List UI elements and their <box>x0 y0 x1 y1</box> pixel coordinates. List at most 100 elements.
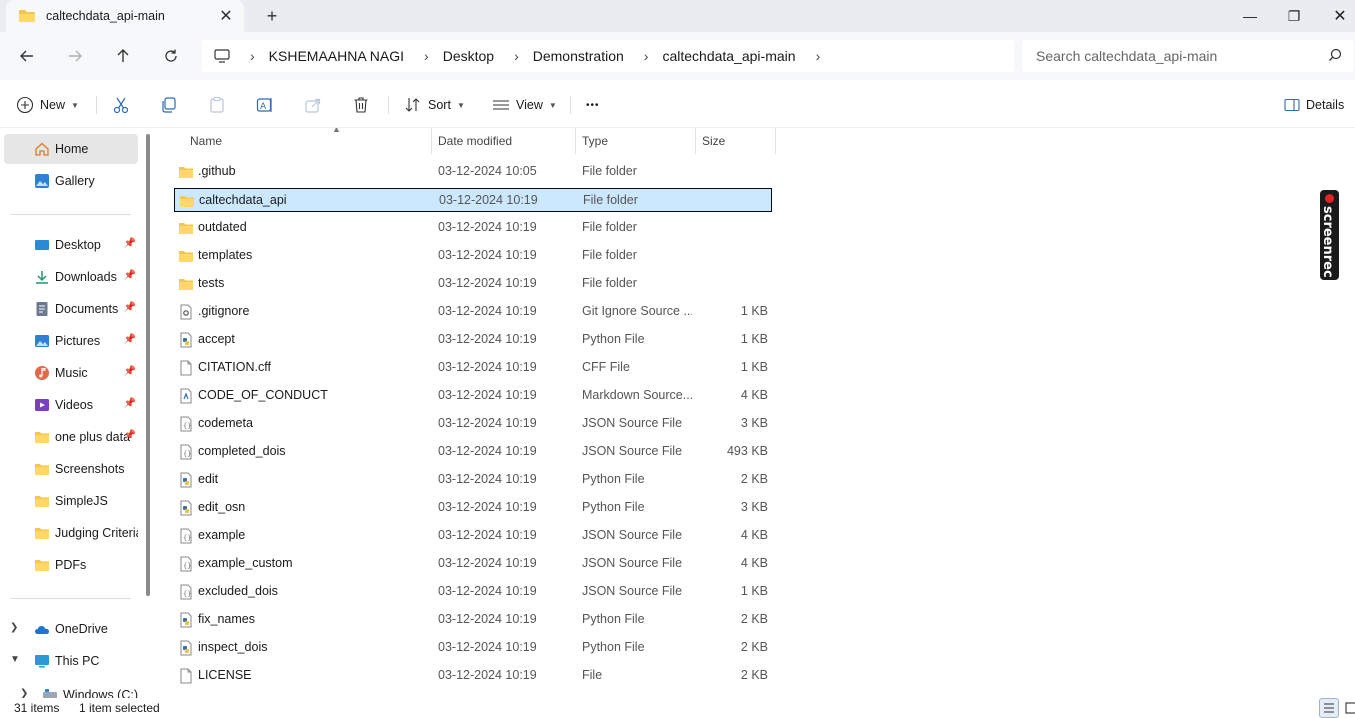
column-header-type[interactable]: Type <box>576 128 696 154</box>
plus-circle-icon <box>16 96 34 114</box>
sidebar-scrollbar[interactable] <box>146 134 150 596</box>
breadcrumb-demonstration[interactable]: Demonstration <box>533 48 624 64</box>
sidebar-item-gallery[interactable]: Gallery <box>4 166 138 196</box>
svg-text:{}: {} <box>183 534 191 542</box>
view-button[interactable]: View ▼ <box>492 90 557 120</box>
tab-caltechdata-api-main[interactable]: caltechdata_api-main ✕ <box>6 0 244 32</box>
file-row[interactable]: {} excluded_dois 03-12-2024 10:19 JSON Sour… <box>174 580 772 604</box>
sidebar-item-pictures[interactable]: Pictures 📌 <box>4 326 138 356</box>
sidebar-item-home[interactable]: Home <box>4 134 138 164</box>
file-row[interactable]: caltechdata_api 03-12-2024 10:19 File fold… <box>174 188 772 212</box>
file-row[interactable]: {} example_custom 03-12-2024 10:19 JSON Sou… <box>174 552 772 576</box>
file-row[interactable]: {} example 03-12-2024 10:19 JSON Source Fil… <box>174 524 772 548</box>
sidebar-item-windows-c[interactable]: Windows (C:) <box>4 680 138 698</box>
column-header-date[interactable]: Date modified <box>432 128 576 154</box>
up-button[interactable] <box>108 42 138 70</box>
refresh-button[interactable] <box>156 42 186 70</box>
file-row[interactable]: outdated 03-12-2024 10:19 File folder <box>174 216 772 240</box>
sidebar-item-one-plus-data[interactable]: one plus data 📌 <box>4 422 138 452</box>
sidebar-item-documents[interactable]: Documents 📌 <box>4 294 138 324</box>
sort-ascending-icon: ▲ <box>332 128 341 134</box>
sidebar-item-screenshots[interactable]: Screenshots <box>4 454 138 484</box>
pin-icon[interactable]: 📌 <box>124 302 136 313</box>
sidebar-item-this-pc[interactable]: This PC <box>4 646 138 676</box>
breadcrumb-separator[interactable]: › <box>816 48 821 64</box>
file-date: 03-12-2024 10:19 <box>438 248 537 262</box>
sidebar-item-judging-criteria[interactable]: Judging Criteria <box>4 518 138 548</box>
file-row[interactable]: LICENSE 03-12-2024 10:19 File 2 KB <box>174 664 772 688</box>
column-header-size[interactable]: Size <box>696 128 776 154</box>
file-row[interactable]: .github 03-12-2024 10:05 File folder <box>174 160 772 184</box>
breadcrumb-current[interactable]: caltechdata_api-main <box>662 48 795 64</box>
details-button[interactable]: Details <box>1284 90 1344 120</box>
sidebar-item-pdfs[interactable]: PDFs <box>4 550 138 580</box>
sidebar-label: Gallery <box>55 174 95 188</box>
pin-icon[interactable]: 📌 <box>124 238 136 249</box>
rename-button[interactable]: A <box>256 90 274 120</box>
breadcrumb-separator[interactable]: › <box>644 48 649 64</box>
details-view-toggle[interactable] <box>1319 698 1339 718</box>
record-dot-icon <box>1325 194 1334 203</box>
file-row[interactable]: edit 03-12-2024 10:19 Python File 2 KB <box>174 468 772 492</box>
breadcrumb[interactable]: › KSHEMAAHNA NAGI › Desktop › Demonstrat… <box>202 40 1014 72</box>
file-name: LICENSE <box>198 668 252 682</box>
forward-button[interactable] <box>60 42 90 70</box>
sidebar-item-onedrive[interactable]: OneDrive <box>4 614 138 644</box>
file-row[interactable]: CITATION.cff 03-12-2024 10:19 CFF File 1 KB <box>174 356 772 380</box>
file-row[interactable]: {} completed_dois 03-12-2024 10:19 JSON Sou… <box>174 440 772 464</box>
column-date-label: Date modified <box>438 134 513 148</box>
svg-text:A: A <box>260 102 267 112</box>
file-row[interactable]: tests 03-12-2024 10:19 File folder <box>174 272 772 296</box>
minimize-button[interactable]: — <box>1227 0 1273 32</box>
pin-icon[interactable]: 📌 <box>124 334 136 345</box>
file-type: JSON Source File <box>582 416 683 430</box>
back-button[interactable] <box>12 42 42 70</box>
file-type: CFF File <box>582 360 630 374</box>
breadcrumb-user[interactable]: KSHEMAAHNA NAGI <box>269 48 404 64</box>
pin-icon[interactable]: 📌 <box>124 398 136 409</box>
file-row[interactable]: .gitignore 03-12-2024 10:19 Git Ignore Sou… <box>174 300 772 324</box>
sidebar-item-desktop[interactable]: Desktop 📌 <box>4 230 138 260</box>
search-box[interactable] <box>1022 40 1354 72</box>
rename-icon: A <box>256 98 272 112</box>
delete-button[interactable] <box>352 90 370 120</box>
file-type: Python File <box>582 472 645 486</box>
search-input[interactable] <box>1036 48 1316 64</box>
breadcrumb-separator[interactable]: › <box>514 48 519 64</box>
file-row[interactable]: edit_osn 03-12-2024 10:19 Python File 3 KB <box>174 496 772 520</box>
blank-file-icon <box>178 360 194 376</box>
arrow-left-icon <box>20 50 33 62</box>
file-row[interactable]: templates 03-12-2024 10:19 File folder <box>174 244 772 268</box>
svg-text:screenrec: screenrec <box>1320 206 1335 278</box>
pin-icon[interactable]: 📌 <box>124 270 136 281</box>
cut-button[interactable] <box>112 90 130 120</box>
more-options-button[interactable]: ••• <box>586 90 600 120</box>
tiles-view-toggle[interactable] <box>1341 698 1355 718</box>
breadcrumb-separator: › <box>250 48 255 64</box>
tab-close-button[interactable]: ✕ <box>212 2 240 30</box>
breadcrumb-separator[interactable]: › <box>424 48 429 64</box>
file-row[interactable]: accept 03-12-2024 10:19 Python File 1 KB <box>174 328 772 352</box>
sidebar-item-videos[interactable]: Videos 📌 <box>4 390 138 420</box>
copy-button[interactable] <box>160 90 178 120</box>
new-tab-button[interactable]: + <box>258 2 286 30</box>
file-date: 03-12-2024 10:19 <box>439 193 538 207</box>
maximize-button[interactable]: ❐ <box>1271 0 1317 32</box>
paste-button[interactable] <box>208 90 226 120</box>
pin-icon[interactable]: 📌 <box>124 430 136 441</box>
search-icon[interactable] <box>1328 48 1342 62</box>
share-button[interactable] <box>304 90 322 120</box>
file-row[interactable]: CODE_OF_CONDUCT 03-12-2024 10:19 Markdown … <box>174 384 772 408</box>
file-row[interactable]: inspect_dois 03-12-2024 10:19 Python File 2… <box>174 636 772 660</box>
new-button[interactable]: New ▼ <box>16 90 79 120</box>
sidebar-item-simplejs[interactable]: SimpleJS <box>4 486 138 516</box>
sort-button[interactable]: Sort ▼ <box>404 90 465 120</box>
file-row[interactable]: {} codemeta 03-12-2024 10:19 JSON Source Fi… <box>174 412 772 436</box>
window-close-button[interactable]: ✕ <box>1317 0 1355 32</box>
file-row[interactable]: fix_names 03-12-2024 10:19 Python File 2 KB <box>174 608 772 632</box>
column-header-name[interactable]: Name ▲ <box>184 128 432 154</box>
sidebar-item-downloads[interactable]: Downloads 📌 <box>4 262 138 292</box>
sidebar-item-music[interactable]: Music 📌 <box>4 358 138 388</box>
pin-icon[interactable]: 📌 <box>124 366 136 377</box>
breadcrumb-desktop[interactable]: Desktop <box>443 48 494 64</box>
